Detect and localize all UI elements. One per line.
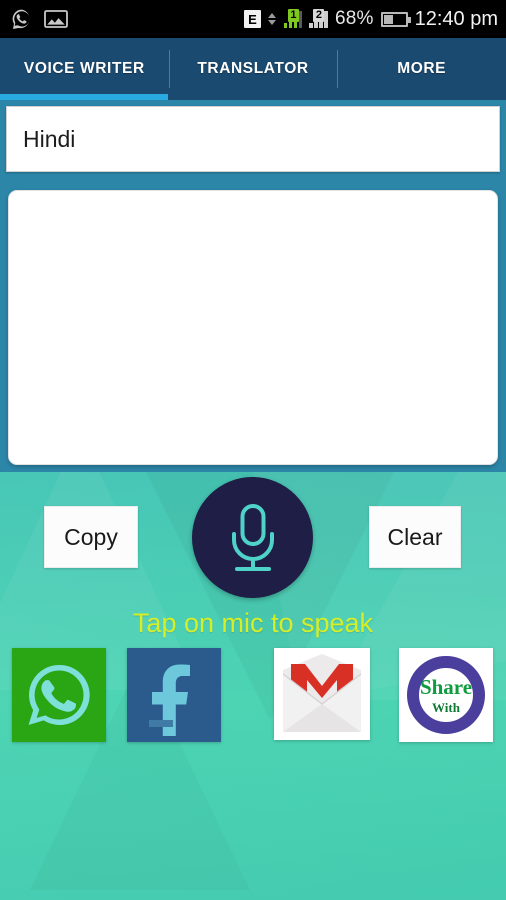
tab-translator-label: TRANSLATOR xyxy=(197,60,309,77)
microphone-icon xyxy=(231,503,274,571)
status-bar-left-icons xyxy=(10,7,68,31)
battery-icon xyxy=(380,11,411,27)
share-with-icon[interactable]: Share With xyxy=(399,648,493,742)
language-dropdown[interactable]: Hindi xyxy=(6,106,500,172)
gallery-image-icon xyxy=(44,10,68,28)
battery-percentage: 68% xyxy=(334,8,374,29)
clear-button-label: Clear xyxy=(387,523,443,550)
tab-bar: VOICE WRITER TRANSLATOR MORE xyxy=(0,38,506,100)
network-type-icon: E xyxy=(243,10,261,28)
mic-hint-text: Tap on mic to speak xyxy=(132,608,374,638)
sim2-number: 2 xyxy=(313,9,325,22)
whatsapp-share-icon[interactable] xyxy=(12,648,106,742)
whatsapp-notification-icon xyxy=(12,9,30,29)
sim1-signal-icon: 1 xyxy=(283,9,303,28)
status-bar-right-icons: E 1 2 68% 12:40 pm xyxy=(243,7,498,31)
share-with-label-group: Share With xyxy=(419,674,473,715)
tab-more[interactable]: MORE xyxy=(337,38,506,100)
share-with-sublabel: With xyxy=(432,699,460,715)
microphone-button[interactable] xyxy=(192,477,313,598)
app-screen: E 1 2 68% 12:40 pm VOICE WRITER TRANSLAT… xyxy=(0,0,506,900)
share-with-label: Share xyxy=(419,674,473,699)
tab-translator[interactable]: TRANSLATOR xyxy=(168,38,338,100)
copy-button-label: Copy xyxy=(64,523,118,550)
speech-text-input[interactable] xyxy=(8,190,498,465)
clock-time: 12:40 pm xyxy=(414,7,498,30)
gmail-glyph-icon xyxy=(282,654,362,732)
tab-voice-writer-label: VOICE WRITER xyxy=(23,60,145,77)
copy-button[interactable]: Copy xyxy=(44,506,138,568)
share-icons-row: Share With xyxy=(0,648,506,744)
data-transfer-arrows-icon xyxy=(267,13,276,25)
gmail-share-icon[interactable] xyxy=(274,648,370,740)
clear-button[interactable]: Clear xyxy=(369,506,461,568)
sim2-signal-icon: 2 xyxy=(309,9,328,28)
language-dropdown-value: Hindi xyxy=(23,125,76,152)
facebook-share-icon[interactable] xyxy=(127,648,221,742)
sim1-number: 1 xyxy=(287,9,299,22)
status-bar: E 1 2 68% 12:40 pm xyxy=(0,0,506,38)
whatsapp-glyph-icon xyxy=(28,664,90,725)
tab-more-label: MORE xyxy=(397,60,447,77)
tab-voice-writer[interactable]: VOICE WRITER xyxy=(0,38,169,100)
facebook-glyph-icon xyxy=(149,664,190,736)
